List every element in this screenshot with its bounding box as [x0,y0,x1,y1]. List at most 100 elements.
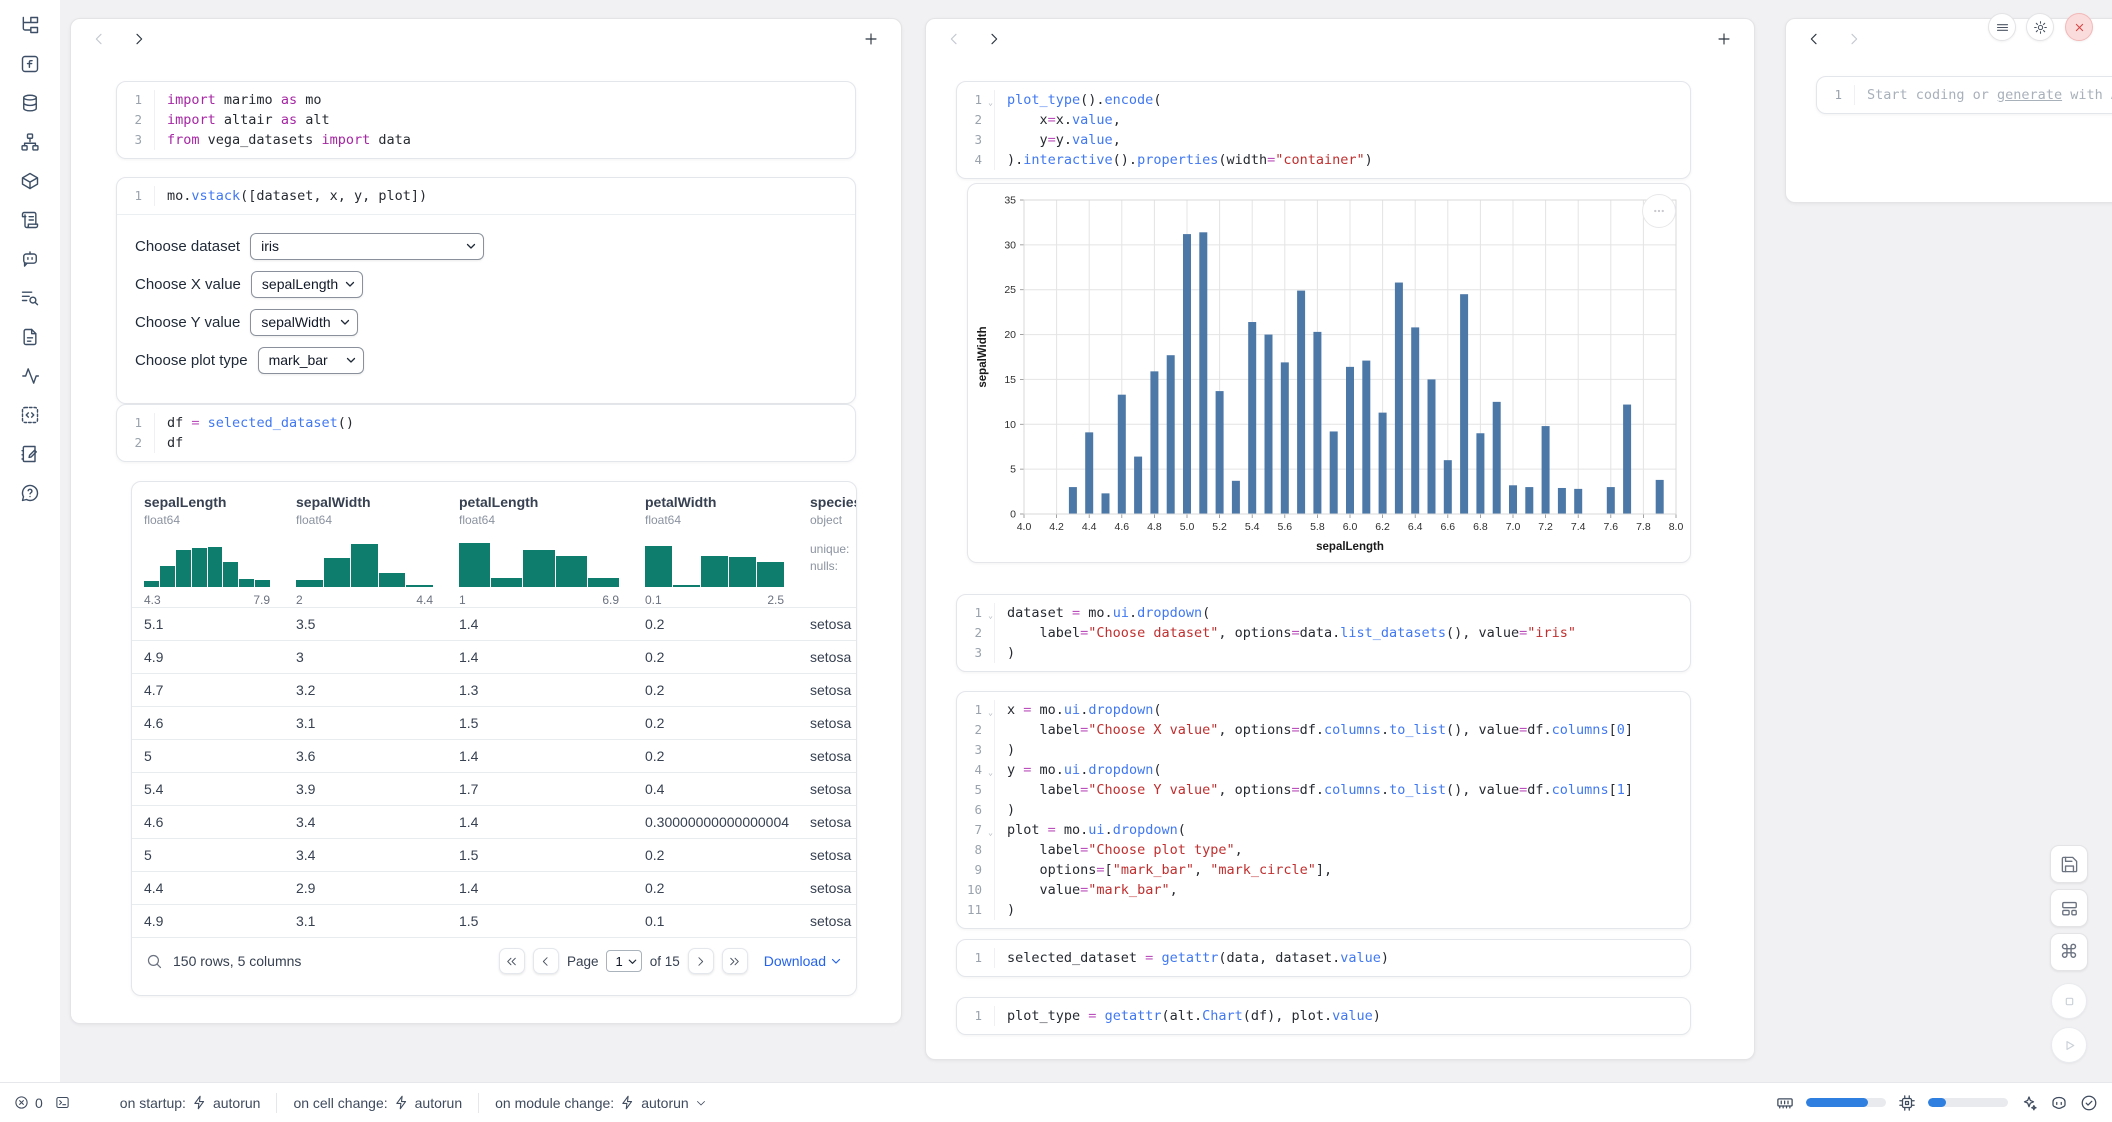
code-line[interactable]: 1df = selected_dataset() [117,413,855,433]
database-icon[interactable] [19,92,41,114]
menu-button[interactable] [1988,13,2016,41]
code-line[interactable]: 3) [957,643,1690,663]
code-cell-imports[interactable]: 1import marimo as mo2import altair as al… [116,81,856,159]
notebook-pen-icon[interactable] [19,443,41,465]
shutdown-button[interactable] [2065,13,2093,41]
code-line[interactable]: 2 label="Choose X value", options=df.col… [957,720,1690,740]
search-icon[interactable] [146,953,163,970]
page-select[interactable]: 1 [606,950,641,972]
chart-actions-button[interactable] [1642,194,1676,228]
code-cell-df[interactable]: 1df = selected_dataset()2df [116,404,856,462]
code-line[interactable]: 3 y=y.value, [957,130,1690,150]
table-column-header[interactable]: sepalWidthfloat6424.4 [284,494,447,607]
code-line[interactable]: 1⌄x = mo.ui.dropdown( [957,700,1690,720]
code-line[interactable]: 1import marimo as mo [117,90,855,110]
table-column-header[interactable]: petalWidthfloat640.12.5 [633,494,798,607]
layout-button[interactable] [2050,889,2088,927]
check-circle-icon[interactable] [2080,1094,2098,1112]
command-palette-button[interactable]: ⌘ [2050,933,2088,971]
code-square-icon[interactable] [19,404,41,426]
column-name[interactable]: petalWidth [645,494,798,510]
column-prev-button[interactable] [944,29,964,49]
code-line[interactable]: 4⌄y = mo.ui.dropdown( [957,760,1690,780]
add-cell-button[interactable] [861,29,881,49]
code-line[interactable]: 2 label="Choose dataset", options=data.l… [957,623,1690,643]
help-bubble-icon[interactable] [19,482,41,504]
activity-icon[interactable] [19,365,41,387]
column-prev-button[interactable] [89,29,109,49]
code-line[interactable]: 7⌄plot = mo.ui.dropdown( [957,820,1690,840]
code-line[interactable]: 1plot_type = getattr(alt.Chart(df), plot… [957,1006,1690,1026]
line-number: 1 [117,90,155,110]
code-cell-plot-type[interactable]: 1plot_type = getattr(alt.Chart(df), plot… [956,997,1691,1035]
log-search-icon[interactable] [19,287,41,309]
sitemap-icon[interactable] [19,131,41,153]
last-page-button[interactable] [722,948,748,974]
dropdown-select[interactable]: sepalLength [251,271,363,298]
scroll-text-icon[interactable] [19,209,41,231]
copilot-icon[interactable] [2050,1094,2068,1112]
code-cell-plot[interactable]: 1⌄plot_type().encode(2 x=x.value,3 y=y.v… [956,81,1691,179]
next-page-button[interactable] [688,948,714,974]
code-line[interactable]: 6) [957,800,1690,820]
code-cell-vstack[interactable]: 1mo.vstack([dataset, x, y, plot])Choose … [116,177,856,404]
runtime-config-2[interactable]: on cell change:autorun [293,1095,462,1111]
generate-with-ai-link[interactable]: generate [1997,87,2062,103]
table-column-header[interactable]: petalLengthfloat6416.9 [447,494,633,607]
runtime-config-3[interactable]: on module change:autorun [495,1095,707,1111]
code-line[interactable]: 8 label="Choose plot type", [957,840,1690,860]
table-column-header[interactable]: sepalLengthfloat644.37.9 [132,494,284,607]
prev-page-button[interactable] [533,948,559,974]
column-histogram [144,543,270,587]
code-line[interactable]: 4).interactive().properties(width="conta… [957,150,1690,170]
empty-code-cell[interactable]: 1 Start coding or generate with AI. [1816,76,2112,114]
column-name[interactable]: species [810,494,857,510]
add-cell-button[interactable] [1714,29,1734,49]
bar-chart[interactable]: 4.04.24.44.64.85.05.25.45.65.86.06.26.46… [968,184,1692,564]
column-prev-button[interactable] [1804,29,1824,49]
function-square-icon[interactable] [19,53,41,75]
dropdown-select[interactable]: iris [250,233,484,260]
table-column-header[interactable]: speciesobjectunique:nulls: [798,494,857,607]
code-cell-selected-dataset[interactable]: 1selected_dataset = getattr(data, datase… [956,939,1691,977]
dropdown-select[interactable]: sepalWidth [250,309,358,336]
bot-message-icon[interactable] [19,248,41,270]
download-button[interactable]: Download [764,953,842,969]
save-button[interactable] [2050,845,2088,883]
code-line[interactable]: 1mo.vstack([dataset, x, y, plot]) [117,186,855,206]
first-page-button[interactable] [499,948,525,974]
code-text: df [155,433,183,453]
code-cell-dataset-dropdown[interactable]: 1⌄dataset = mo.ui.dropdown(2 label="Choo… [956,594,1691,672]
column-name[interactable]: sepalWidth [296,494,447,510]
code-line[interactable]: 9 options=["mark_bar", "mark_circle"], [957,860,1690,880]
column-next-button[interactable] [129,29,149,49]
file-text-icon[interactable] [19,326,41,348]
runtime-config-1[interactable]: on startup:autorun [120,1095,261,1111]
code-line[interactable]: 2import altair as alt [117,110,855,130]
code-line[interactable]: 10 value="mark_bar", [957,880,1690,900]
column-next-button[interactable] [984,29,1004,49]
error-count-badge[interactable]: 0 [14,1095,43,1111]
column-next-button[interactable] [1844,29,1864,49]
column-name[interactable]: petalLength [459,494,633,510]
sparkles-icon[interactable] [2020,1094,2038,1112]
file-tree-icon[interactable] [19,14,41,36]
code-line[interactable]: 1⌄dataset = mo.ui.dropdown( [957,603,1690,623]
column-name[interactable]: sepalLength [144,494,284,510]
run-button[interactable] [2051,1027,2087,1063]
stop-button[interactable] [2051,983,2087,1019]
package-icon[interactable] [19,170,41,192]
code-line[interactable]: 5 label="Choose Y value", options=df.col… [957,780,1690,800]
code-line[interactable]: 1selected_dataset = getattr(data, datase… [957,948,1690,968]
code-line[interactable]: 3) [957,740,1690,760]
code-line[interactable]: 2df [117,433,855,453]
code-cell-xy-plot-dropdowns[interactable]: 1⌄x = mo.ui.dropdown(2 label="Choose X v… [956,691,1691,929]
code-line[interactable]: 2 x=x.value, [957,110,1690,130]
code-line[interactable]: 1⌄plot_type().encode( [957,90,1690,110]
settings-button[interactable] [2026,13,2054,41]
altair-chart-output[interactable]: 4.04.24.44.64.85.05.25.45.65.86.06.26.46… [967,183,1691,563]
code-line[interactable]: 3from vega_datasets import data [117,130,855,150]
code-line[interactable]: 11) [957,900,1690,920]
dropdown-select[interactable]: mark_bar [258,347,364,374]
terminal-button[interactable] [55,1095,70,1110]
